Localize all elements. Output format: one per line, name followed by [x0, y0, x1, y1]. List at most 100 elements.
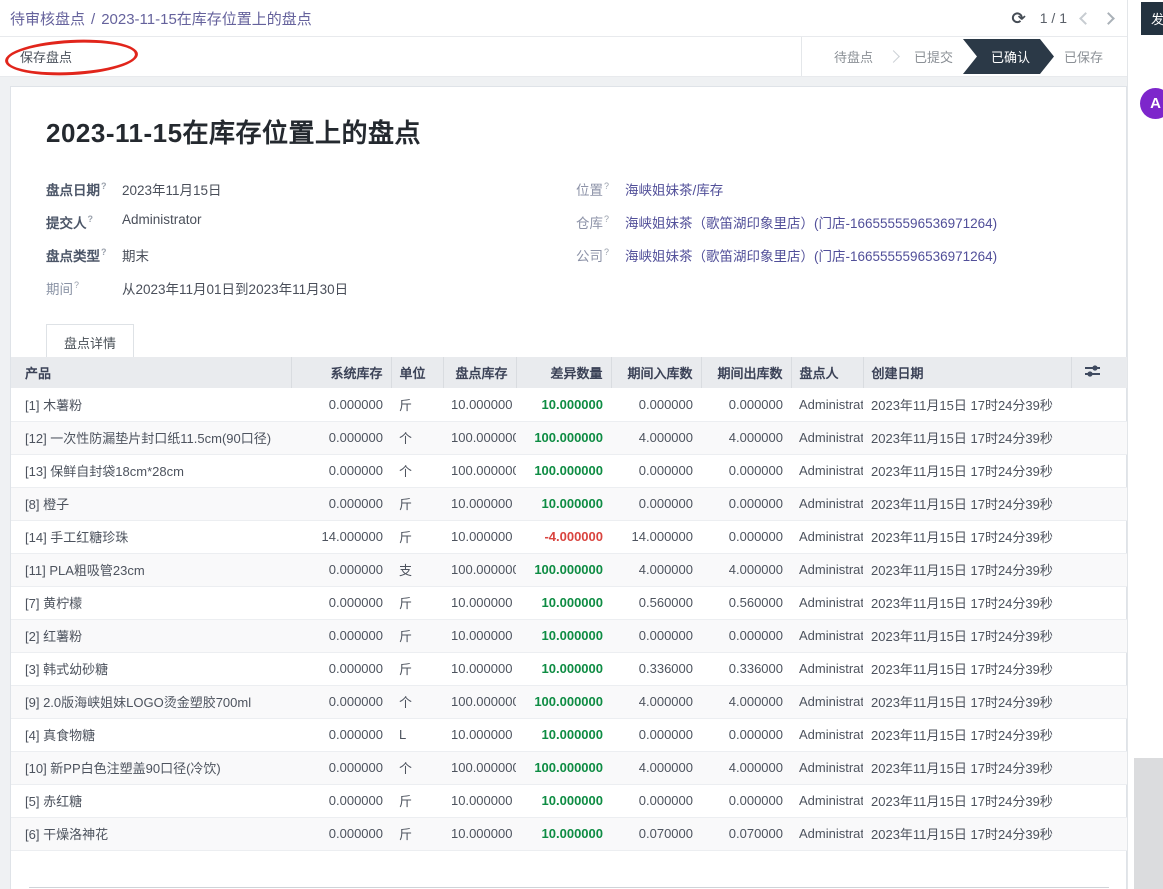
cell-diff-qty: 100.000000 [516, 454, 611, 487]
col-counted-qty[interactable]: 盘点库存 [443, 357, 516, 388]
cell-product: [3] 韩式幼砂糖 [11, 652, 291, 685]
table-row[interactable]: [14] 手工红糖珍珠 14.000000 斤 10.000000 -4.000… [11, 520, 1128, 553]
table-row[interactable]: [9] 2.0版海峡姐妹LOGO烫金塑胶700ml 0.000000 个 100… [11, 685, 1128, 718]
col-unit[interactable]: 单位 [391, 357, 443, 388]
table-row[interactable]: [4] 真食物糖 0.000000 L 10.000000 10.000000 … [11, 718, 1128, 751]
field-label: 期间? [46, 278, 122, 298]
col-product[interactable]: 产品 [11, 357, 291, 388]
cell-system-qty: 0.000000 [291, 586, 391, 619]
table-row[interactable]: [2] 红薯粉 0.000000 斤 10.000000 10.000000 0… [11, 619, 1128, 652]
status-step-submitted[interactable]: 已提交 [900, 39, 967, 74]
scrollbar-track[interactable] [1134, 758, 1163, 889]
breadcrumb: 待审核盘点/2023-11-15在库存位置上的盘点 [10, 8, 312, 29]
inventory-table-body: [1] 木薯粉 0.000000 斤 10.000000 10.000000 0… [11, 388, 1128, 850]
table-row[interactable]: [3] 韩式幼砂糖 0.000000 斤 10.000000 10.000000… [11, 652, 1128, 685]
cell-product: [2] 红薯粉 [11, 619, 291, 652]
table-row[interactable]: [10] 新PP白色注塑盖90口径(冷饮) 0.000000 个 100.000… [11, 751, 1128, 784]
refresh-icon[interactable]: ⟳ [1012, 10, 1026, 27]
control-panel: 保存盘点 待盘点 已提交 已确认 已保存 [0, 37, 1127, 77]
col-period-in[interactable]: 期间入库数 [611, 357, 701, 388]
breadcrumb-parent-link[interactable]: 待审核盘点 [10, 11, 85, 28]
cell-product: [8] 橙子 [11, 487, 291, 520]
table-row[interactable]: [7] 黄柠檬 0.000000 斤 10.000000 10.000000 0… [11, 586, 1128, 619]
cell-counted-qty: 100.000000 [443, 685, 516, 718]
status-step-confirmed[interactable]: 已确认 [963, 39, 1054, 74]
cell-blank [1071, 718, 1128, 751]
table-row[interactable]: [6] 干燥洛神花 0.000000 斤 10.000000 10.000000… [11, 817, 1128, 850]
cell-unit: 支 [391, 553, 443, 586]
notebook-tabs: 盘点详情 [46, 324, 1126, 357]
table-row[interactable]: [12] 一次性防漏垫片封口纸11.5cm(90口径) 0.000000 个 1… [11, 421, 1128, 454]
status-step-pending[interactable]: 待盘点 [820, 39, 887, 74]
field-submitter: 提交人? Administrator [46, 205, 576, 238]
tab-count-details[interactable]: 盘点详情 [46, 324, 134, 357]
cell-unit: L [391, 718, 443, 751]
cell-system-qty: 0.000000 [291, 751, 391, 784]
help-icon: ? [101, 247, 107, 257]
field-label: 盘点日期? [46, 179, 122, 199]
optional-columns-button[interactable] [1071, 357, 1128, 388]
cell-period-in: 0.070000 [611, 817, 701, 850]
cell-blank [1071, 487, 1128, 520]
table-row[interactable]: [13] 保鲜自封袋18cm*28cm 0.000000 个 100.00000… [11, 454, 1128, 487]
company-link[interactable]: 海峡姐妹茶（歌笛湖印象里店）(门店-1665555596536971264) [625, 245, 997, 265]
warehouse-link[interactable]: 海峡姐妹茶（歌笛湖印象里店）(门店-1665555596536971264) [625, 212, 997, 232]
pager-previous-icon[interactable] [1079, 12, 1092, 25]
field-column-left: 盘点日期? 2023年11月15日 提交人? Administrator 盘点类… [46, 172, 576, 304]
cell-created: 2023年11月15日 17时24分39秒 [863, 784, 1071, 817]
cell-diff-qty: 10.000000 [516, 388, 611, 421]
count-lines-table: 产品 系统库存 单位 盘点库存 差异数量 期间入库数 期间出库数 盘点人 创建日… [11, 357, 1128, 851]
cell-counted-qty: 10.000000 [443, 520, 516, 553]
cell-counter: Administrator [791, 619, 863, 652]
cell-created: 2023年11月15日 17时24分39秒 [863, 685, 1071, 718]
col-period-out[interactable]: 期间出库数 [701, 357, 791, 388]
cell-period-in: 0.000000 [611, 619, 701, 652]
send-message-button[interactable]: 发 [1141, 2, 1163, 35]
save-count-button[interactable]: 保存盘点 [10, 41, 82, 72]
cell-counter: Administrator [791, 487, 863, 520]
cell-period-out: 0.000000 [701, 520, 791, 553]
cell-unit: 斤 [391, 388, 443, 421]
cell-period-in: 14.000000 [611, 520, 701, 553]
cell-diff-qty: -4.000000 [516, 520, 611, 553]
cell-counted-qty: 100.000000 [443, 421, 516, 454]
pager-next-icon[interactable] [1102, 12, 1115, 25]
cell-blank [1071, 817, 1128, 850]
help-icon: ? [604, 214, 609, 224]
table-row[interactable]: [1] 木薯粉 0.000000 斤 10.000000 10.000000 0… [11, 388, 1128, 421]
cell-product: [4] 真食物糖 [11, 718, 291, 751]
cell-system-qty: 0.000000 [291, 685, 391, 718]
col-counter[interactable]: 盘点人 [791, 357, 863, 388]
inventory-count-page: 待审核盘点/2023-11-15在库存位置上的盘点 ⟳ 1 / 1 保存盘点 待… [0, 0, 1163, 889]
cell-counted-qty: 10.000000 [443, 718, 516, 751]
cell-product: [7] 黄柠檬 [11, 586, 291, 619]
table-row[interactable]: [5] 赤红糖 0.000000 斤 10.000000 10.000000 0… [11, 784, 1128, 817]
cell-counter: Administrator [791, 388, 863, 421]
cell-period-out: 0.000000 [701, 718, 791, 751]
cell-system-qty: 0.000000 [291, 421, 391, 454]
field-group: 盘点日期? 2023年11月15日 提交人? Administrator 盘点类… [46, 172, 1126, 304]
col-diff-qty[interactable]: 差异数量 [516, 357, 611, 388]
help-icon: ? [74, 280, 79, 290]
col-created[interactable]: 创建日期 [863, 357, 1071, 388]
location-link[interactable]: 海峡姐妹茶/库存 [625, 179, 723, 199]
table-row[interactable]: [8] 橙子 0.000000 斤 10.000000 10.000000 0.… [11, 487, 1128, 520]
field-label: 公司? [576, 245, 625, 265]
cell-period-in: 0.000000 [611, 784, 701, 817]
field-period: 期间? 从2023年11月01日到2023年11月30日 [46, 271, 576, 304]
col-system-qty[interactable]: 系统库存 [291, 357, 391, 388]
field-label: 位置? [576, 179, 625, 199]
cell-diff-qty: 100.000000 [516, 421, 611, 454]
cell-blank [1071, 784, 1128, 817]
pager-counter[interactable]: 1 / 1 [1040, 10, 1067, 26]
cell-period-out: 4.000000 [701, 751, 791, 784]
main-area: 待审核盘点/2023-11-15在库存位置上的盘点 ⟳ 1 / 1 保存盘点 待… [0, 0, 1127, 889]
status-step-saved[interactable]: 已保存 [1050, 39, 1117, 74]
cell-blank [1071, 388, 1128, 421]
cell-system-qty: 14.000000 [291, 520, 391, 553]
cell-diff-qty: 100.000000 [516, 685, 611, 718]
table-row[interactable]: [11] PLA粗吸管23cm 0.000000 支 100.000000 10… [11, 553, 1128, 586]
cell-period-out: 0.000000 [701, 619, 791, 652]
user-avatar[interactable]: A [1140, 88, 1163, 119]
right-side-strip: 发 A [1127, 0, 1163, 889]
